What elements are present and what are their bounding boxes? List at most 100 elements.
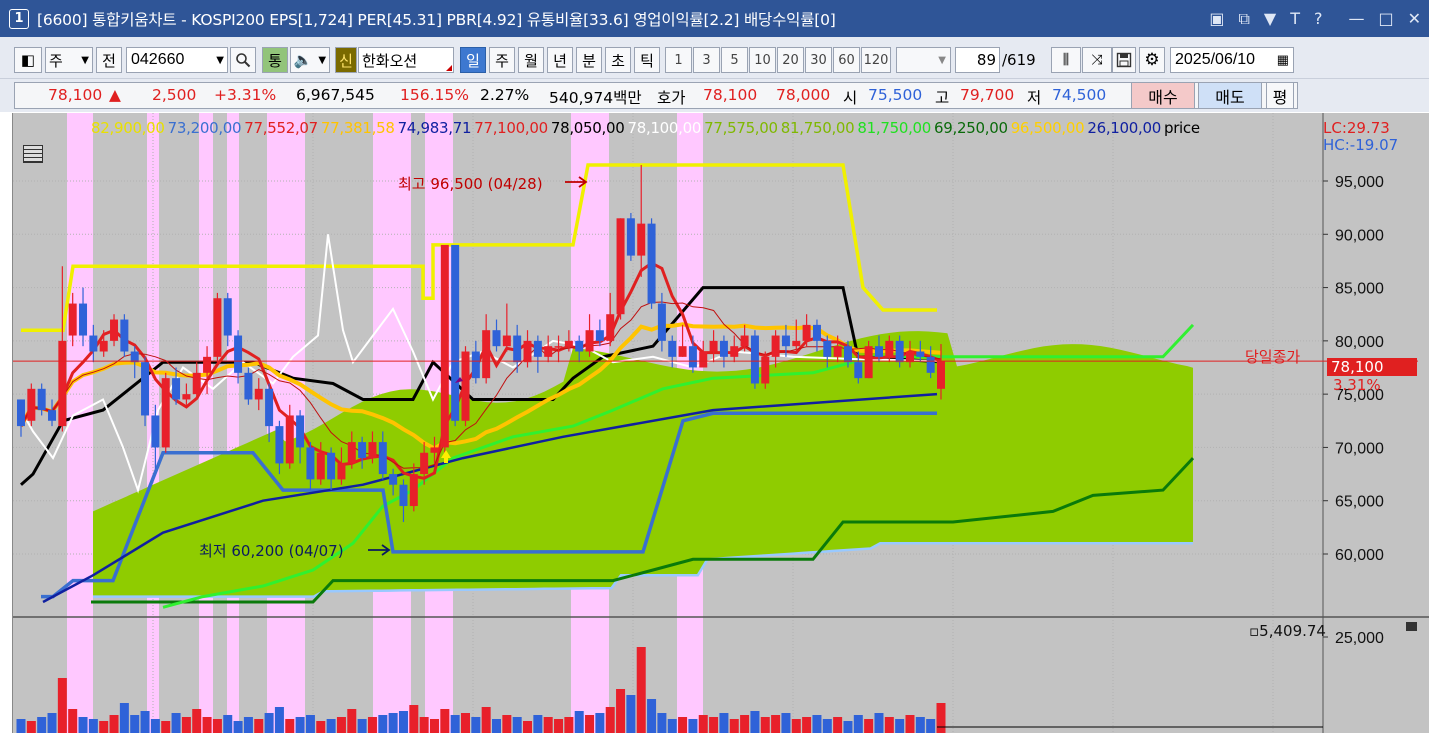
candle-body [492,330,501,347]
highlight-band [227,113,239,733]
volume-bar [37,717,47,733]
volume-bar [233,721,243,733]
data-count-field[interactable]: 89 [955,47,1000,73]
candle-body [440,244,449,448]
period-tab-6[interactable]: 틱 [634,47,660,73]
candle-body [771,335,780,357]
highlight-band [199,113,213,733]
sound-button[interactable]: 🔈 ▼ [290,47,330,73]
shin-button[interactable]: 신 [335,47,357,73]
stock-code-input[interactable]: ▼ [126,47,228,73]
candle-body [461,351,470,421]
legend-item: 77,100,00 [474,119,548,137]
candle-body [213,298,222,357]
candle-body [626,218,635,256]
volume-bar [357,719,367,733]
candle-body [544,346,553,357]
period-select[interactable]: 주 ▼ [45,47,93,73]
search-button[interactable] [230,47,256,73]
save-button[interactable] [1112,47,1136,73]
interval-button-0[interactable]: 1 [665,47,692,73]
speaker-icon: 🔈 [293,51,313,69]
volume-bar [719,713,729,733]
volume-bar [161,721,171,733]
volume-bar [874,713,884,733]
volume-bar [398,711,408,733]
candle-body [17,399,25,427]
chart-canvas[interactable]: 95,00090,00085,00080,00075,00070,00065,0… [13,113,1429,733]
volume-bar [57,678,67,733]
pin-icon[interactable]: ▼ [1264,9,1276,28]
candle-body [203,356,212,373]
volume-bar [130,715,140,733]
period-tab-5[interactable]: 초 [605,47,631,73]
candle-body [802,324,811,341]
interval-button-3[interactable]: 10 [749,47,776,73]
volume-value: 6,967,545 [296,86,375,104]
volume-bar [688,719,698,733]
volume-bar [243,717,253,733]
volume-bar [574,711,584,733]
interval-button-6[interactable]: 60 [833,47,860,73]
candle-body [854,362,863,379]
candle-body [792,340,801,347]
candle-body [678,346,687,357]
maximize-icon[interactable]: □ [1378,9,1393,28]
volume-bar [595,713,605,733]
candle-body [37,388,46,411]
volume-bar [812,715,822,733]
legend-item: 77,552,07 [244,119,318,137]
volume-bar [88,719,98,733]
date-field[interactable]: 2025/06/10 ▦ [1170,47,1294,73]
chart-grid-toggle-icon[interactable] [23,145,43,163]
period-tab-1[interactable]: 주 [489,47,515,73]
high-value: 79,700 [960,86,1015,104]
stock-code-field[interactable] [127,48,217,72]
legend-item: 96,500,00 [1010,119,1085,137]
chart-layout-icon[interactable]: ◧ [14,47,42,73]
period-tab-4[interactable]: 분 [576,47,602,73]
legend-item: 74,983,71 [397,119,472,137]
interval-button-4[interactable]: 20 [777,47,804,73]
minimize-icon[interactable]: — [1348,9,1364,28]
font-icon[interactable]: T [1290,9,1300,28]
period-tab-2[interactable]: 월 [518,47,544,73]
period-tab-0[interactable]: 일 [460,47,486,73]
settings-button[interactable]: ⚙ [1139,47,1165,73]
interval-button-1[interactable]: 3 [693,47,720,73]
tong-button[interactable]: 통 [262,47,288,73]
volume-bar [326,719,336,733]
interval-button-7[interactable]: 120 [861,47,891,73]
volume-bar [336,717,346,733]
line-tool-button[interactable]: ⤨ [1082,47,1112,73]
close-icon[interactable]: ✕ [1408,9,1421,28]
sell-button[interactable]: 매도 [1198,82,1262,109]
eval-button[interactable]: 평 [1266,82,1294,109]
interval-button-2[interactable]: 5 [721,47,748,73]
legend-item: 78,050,00 [550,119,625,137]
interval-button-5[interactable]: 30 [805,47,832,73]
window-title: [6600] 통합키움차트 - KOSPI200 EPS[1,724] PER[… [37,10,836,29]
period-tab-3[interactable]: 년 [547,47,573,73]
candle-body [430,447,439,453]
lc-value: LC:29.73 [1323,119,1390,137]
copy-icon[interactable]: ⧉ [1238,9,1249,29]
open-value: 75,500 [868,86,923,104]
ask-label: 호가 [657,89,686,107]
candle-body [244,372,253,400]
volume-bar [564,717,574,733]
candle-body [895,340,904,363]
volume-bar [409,705,419,733]
legend-item: 82,900,00 [91,119,165,137]
prev-button[interactable]: 전 [96,47,122,73]
volume-bar [853,715,863,733]
window-restore-icon[interactable]: ▣ [1209,9,1224,28]
volume-bar [212,719,222,733]
buy-button[interactable]: 매수 [1131,82,1195,109]
candle-body [120,319,129,352]
candle-settings-button[interactable]: ⫼ [1051,47,1081,73]
stock-chart[interactable]: 95,000 90,000 85,000 80,000 75,000 70,000 65,0… [12,113,1429,733]
interval-dropdown[interactable]: ▼ [896,47,951,73]
volume-bar [460,713,470,733]
help-icon[interactable]: ? [1314,9,1323,28]
